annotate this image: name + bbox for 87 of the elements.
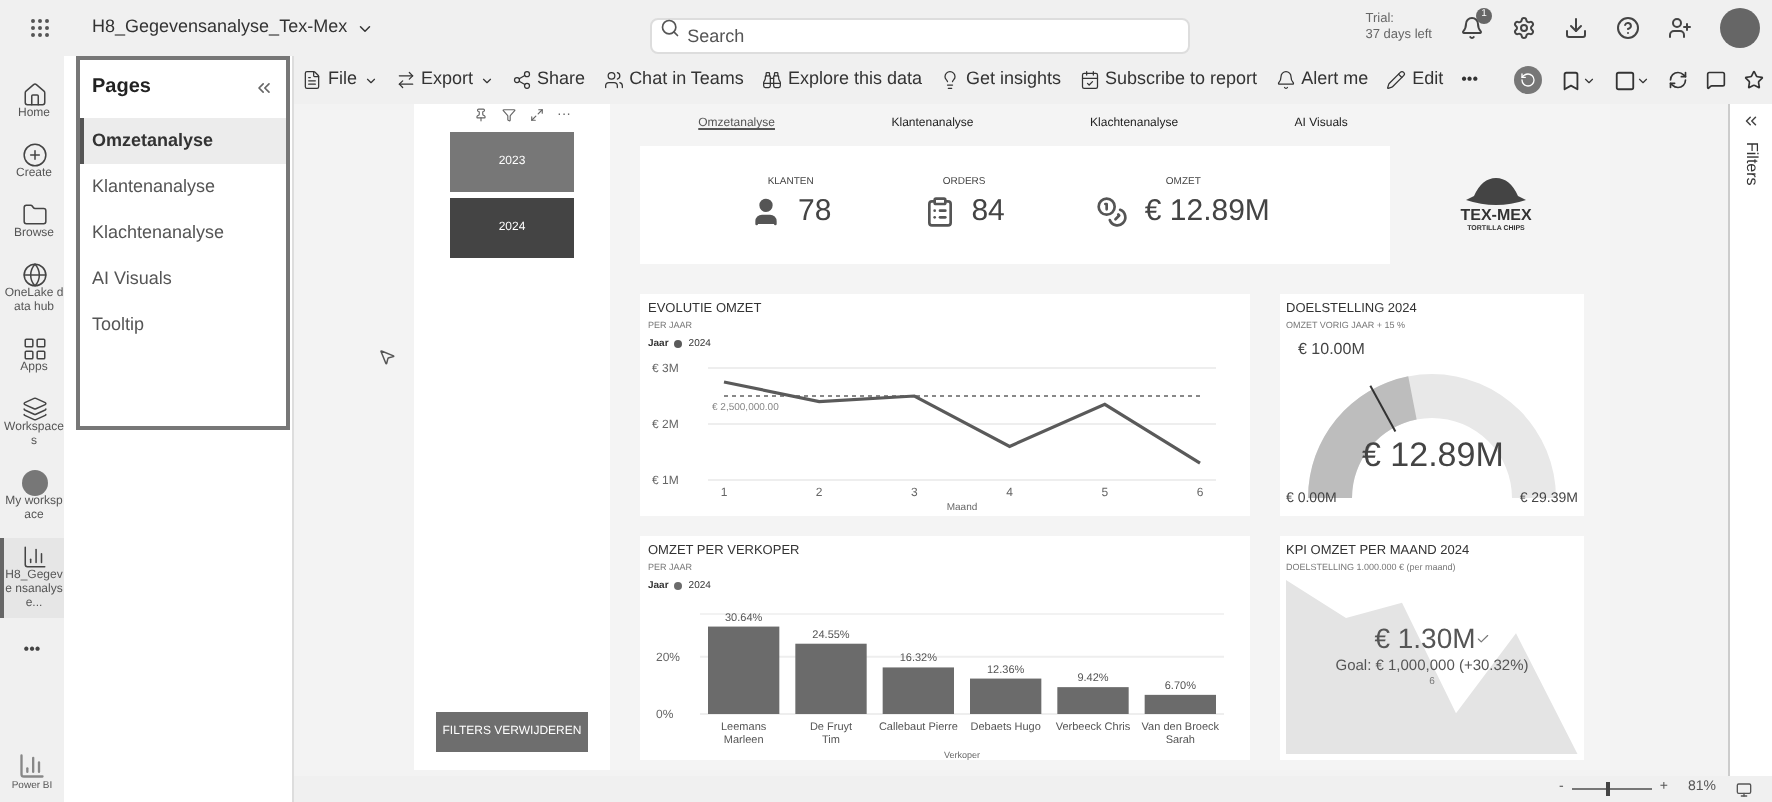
bar	[795, 643, 867, 714]
page-tab[interactable]: Klantenanalyse	[80, 164, 286, 210]
target-label: € 10.00M	[1298, 337, 1365, 361]
binoculars-icon	[761, 70, 782, 90]
pencil-icon	[1386, 70, 1407, 90]
mouse-pointer-icon	[378, 348, 396, 366]
zoom-thumb[interactable]	[1605, 782, 1610, 796]
caret-icon	[479, 73, 494, 87]
search-field[interactable]: Search	[649, 18, 1190, 54]
page-tab[interactable]: AI Visuals	[80, 256, 286, 302]
logo-text: TEX-MEX	[1460, 206, 1532, 225]
caret-icon	[1582, 73, 1596, 87]
favorite-icon[interactable]	[1744, 70, 1764, 90]
avatar-icon	[21, 470, 47, 496]
pin-icon[interactable]	[473, 108, 487, 122]
bar	[970, 678, 1042, 714]
bookmark-icon	[1560, 69, 1582, 91]
view-button[interactable]	[1614, 69, 1650, 91]
toolbar-button[interactable]: Share	[511, 66, 586, 94]
toolbar-button[interactable]: Edit	[1386, 66, 1444, 94]
people-icon	[603, 70, 624, 90]
caret-icon	[1636, 73, 1650, 87]
more-button[interactable]: •••	[1461, 68, 1478, 92]
globe-icon	[21, 262, 47, 288]
view-icon	[1614, 69, 1636, 91]
grid-icon	[21, 336, 47, 362]
refresh-icon[interactable]	[1668, 70, 1688, 90]
kpi-value: € 1.30M	[1374, 623, 1476, 653]
bar	[1057, 687, 1129, 714]
bar-chart-icon	[21, 544, 47, 570]
lightbulb-icon	[939, 70, 960, 90]
reset-icon	[1520, 72, 1536, 88]
card-value: 84	[971, 192, 1005, 232]
app-launcher-icon[interactable]	[28, 16, 52, 40]
page-tab[interactable]: Klachtenanalyse	[80, 210, 286, 256]
list-icon	[923, 196, 956, 229]
calendar-icon	[1079, 70, 1100, 90]
comment-icon[interactable]	[1706, 70, 1726, 90]
arrows-icon	[395, 70, 416, 90]
collapse-icon[interactable]	[254, 77, 274, 97]
report-title[interactable]: H8_Gegevensanalyse_Tex-Mex	[92, 14, 374, 42]
card-value: € 12.89M	[1144, 192, 1270, 232]
plus-circle-icon	[21, 142, 47, 168]
filters-pane[interactable]: Filters	[1728, 104, 1772, 776]
bar	[882, 667, 954, 714]
check-icon	[1475, 631, 1490, 645]
power-bi-logo-icon	[17, 751, 46, 779]
expand-icon[interactable]	[1742, 112, 1760, 130]
target-marker	[1369, 383, 1397, 432]
sombrero-icon	[1462, 174, 1530, 207]
toolbar-button[interactable]: Explore this data	[761, 66, 922, 94]
page-tab[interactable]: Omzetanalyse	[80, 118, 286, 164]
bell-icon	[1275, 70, 1296, 90]
search-icon	[659, 18, 680, 38]
reset-button[interactable]	[1514, 66, 1542, 94]
pages-title: Pages	[92, 74, 151, 102]
toolbar-button[interactable]: Alert me	[1275, 66, 1369, 94]
toolbar-button[interactable]: Export	[395, 66, 494, 94]
page-tab[interactable]: Tooltip	[80, 302, 286, 348]
account-avatar[interactable]	[1720, 8, 1760, 48]
focus-icon[interactable]	[529, 108, 543, 122]
notification-icon[interactable]	[1460, 16, 1484, 40]
bookmark-button[interactable]	[1560, 69, 1596, 91]
people-icon[interactable]	[1668, 16, 1692, 40]
person-icon	[750, 196, 782, 229]
bar	[708, 626, 780, 714]
toolbar-button[interactable]: Chat in Teams	[603, 66, 744, 94]
folder-icon	[21, 202, 47, 228]
download-icon[interactable]	[1564, 16, 1588, 40]
share-icon	[511, 70, 532, 90]
toolbar-button[interactable]: Subscribe to report	[1079, 66, 1258, 94]
filter-icon[interactable]	[501, 108, 515, 122]
more-button[interactable]: •••	[23, 638, 41, 662]
home-icon	[21, 82, 47, 108]
help-icon[interactable]	[1616, 16, 1640, 40]
coins-icon	[1096, 196, 1129, 229]
card-value: 78	[798, 192, 832, 232]
toolbar-button[interactable]: File	[302, 66, 378, 94]
layers-icon	[21, 396, 47, 422]
gauge-value: € 12.89M	[1362, 437, 1504, 473]
bar	[1144, 694, 1216, 714]
caret-icon	[363, 73, 378, 87]
toolbar-button[interactable]: Get insights	[939, 66, 1062, 94]
fit-to-page-icon[interactable]	[1736, 781, 1752, 797]
filters-label: Filters	[1741, 142, 1763, 186]
file-icon	[302, 70, 322, 90]
settings-icon[interactable]	[1512, 16, 1536, 40]
